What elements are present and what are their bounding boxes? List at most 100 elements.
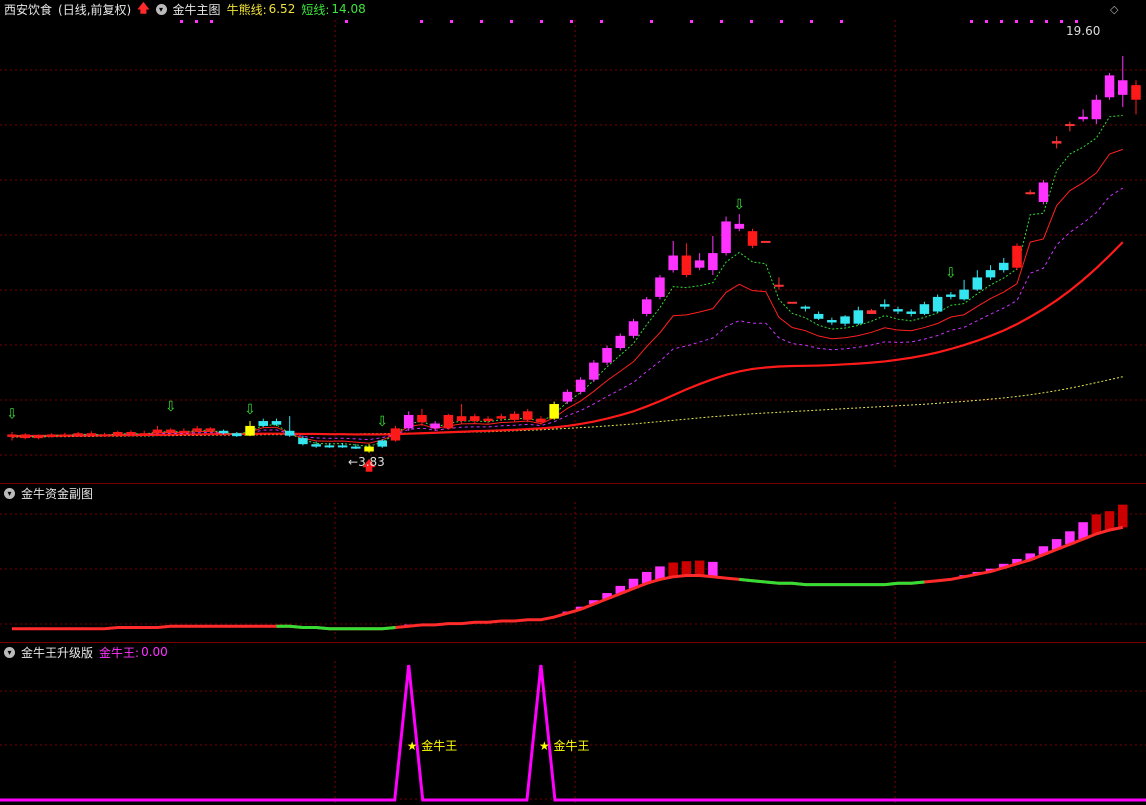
signal-dot	[480, 20, 483, 23]
candle-body	[139, 433, 149, 436]
main-chart-panel: 西安饮食 (日线,前复权) 🡅 ▾ 金牛主图 牛熊线: 6.52 短线: 14.…	[0, 0, 1146, 483]
signal-dot	[720, 20, 723, 23]
signal-dot	[1060, 20, 1063, 23]
candle-body	[1038, 182, 1049, 202]
candle-body	[284, 430, 295, 436]
candle-body	[430, 423, 440, 429]
candle-body	[73, 433, 83, 436]
candle-body	[99, 434, 110, 437]
candle-body	[86, 433, 97, 436]
candle-body	[840, 316, 850, 324]
candle-body	[377, 440, 388, 447]
candle-body	[813, 313, 824, 319]
candle-body	[985, 270, 996, 278]
candle-body	[351, 446, 361, 449]
candle-body	[774, 284, 784, 287]
candle-body	[1118, 80, 1128, 95]
candle-body	[681, 255, 692, 275]
fund-bar	[1118, 504, 1128, 528]
candle-body	[549, 404, 559, 419]
signal-dot	[210, 20, 213, 23]
king-signal-label: ★ 金牛王	[407, 738, 458, 753]
candle-body	[866, 310, 877, 314]
candle-body	[337, 445, 348, 448]
fund-bar	[1091, 514, 1102, 534]
fund-line-green	[276, 624, 396, 631]
signal-dot	[1015, 20, 1018, 23]
candle-body	[1091, 99, 1102, 120]
candle-body	[972, 277, 983, 290]
signal-dot	[450, 20, 453, 23]
candle-body	[311, 444, 321, 447]
candle-body	[694, 260, 705, 268]
candle-body	[205, 428, 216, 431]
candle-body	[113, 432, 123, 436]
fund-bar	[668, 562, 678, 577]
candle-body	[1051, 141, 1062, 144]
candle-body	[509, 413, 520, 420]
buy-arrow-icon: ⇩	[945, 265, 957, 281]
candle-body	[562, 391, 573, 402]
candle-body	[20, 434, 30, 439]
signal-dot	[180, 20, 183, 23]
candle-body	[879, 304, 890, 307]
signal-dot	[985, 20, 988, 23]
signal-dot	[195, 20, 198, 23]
candle-body	[232, 433, 242, 437]
candle-body	[536, 418, 546, 423]
candle-body	[7, 434, 17, 437]
candle-body	[1104, 75, 1115, 98]
candle-body	[575, 379, 586, 392]
ma-long-line	[11, 376, 1123, 438]
candle-body	[496, 416, 507, 419]
candle-body	[60, 434, 70, 437]
fund-bar	[708, 561, 718, 577]
candle-body	[628, 321, 639, 336]
candle-body	[403, 414, 414, 429]
candle-body	[999, 262, 1009, 271]
candle-body	[33, 436, 44, 439]
candle-body	[655, 277, 665, 297]
candle-body	[1131, 85, 1141, 100]
candle-body	[271, 421, 282, 425]
fund-bar	[694, 560, 705, 576]
signal-dot	[690, 20, 693, 23]
low-price-value: 3.83	[358, 455, 385, 469]
king-signal-line	[0, 664, 1146, 802]
fund-bar	[681, 561, 692, 576]
signal-dot	[1000, 20, 1003, 23]
candle-body	[893, 309, 903, 312]
candle-body	[298, 438, 308, 445]
signal-dot	[970, 20, 973, 23]
buy-arrow-icon: ⇩	[244, 402, 256, 418]
candle-body	[760, 240, 771, 243]
signal-dot	[510, 20, 513, 23]
signal-dot	[420, 20, 423, 23]
king-signal-chart: ★ 金牛王 ★ 金牛王	[0, 661, 1146, 805]
fund-line	[12, 525, 1124, 631]
candle-body	[919, 304, 930, 314]
candle-body	[721, 221, 731, 254]
candle-body	[853, 310, 864, 324]
candle-body	[1025, 192, 1035, 195]
signal-dot	[810, 20, 813, 23]
candle-body	[258, 421, 269, 426]
candlestick-chart: ⇩ ⇩ ⇩⇩⇩⇩🡅	[0, 20, 1146, 474]
candle-body	[364, 446, 374, 452]
signal-dot	[1075, 20, 1078, 23]
candle-body	[708, 253, 718, 271]
candle-body	[46, 434, 57, 437]
candle-body	[932, 296, 943, 312]
candle-body	[443, 414, 454, 429]
candle-body	[218, 430, 229, 434]
candle-body	[152, 429, 163, 434]
buy-arrow-icon: ⇩	[733, 197, 745, 213]
candle-body	[787, 301, 797, 304]
candle-body	[800, 306, 811, 309]
candle-body	[179, 430, 189, 433]
candle-body	[1012, 245, 1022, 268]
candle-body	[390, 428, 401, 441]
candle-body	[483, 418, 493, 422]
high-price-label: 19.60	[1066, 24, 1101, 38]
candle-body	[602, 348, 612, 363]
